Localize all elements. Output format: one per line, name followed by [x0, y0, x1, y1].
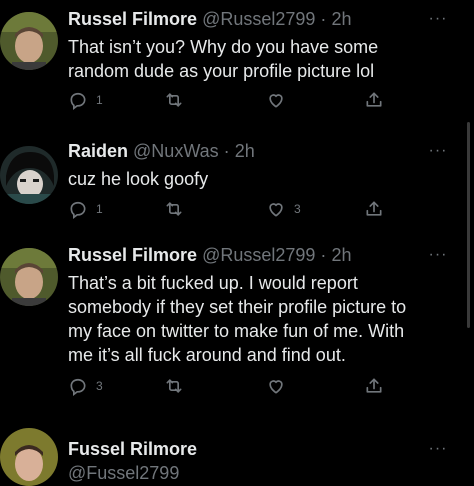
- share-icon: [364, 199, 384, 219]
- more-dots-icon[interactable]: ···: [428, 441, 448, 457]
- scrollbar[interactable]: [467, 122, 470, 328]
- tweet-text-line: That isn’t you? Why do you have some: [68, 37, 379, 57]
- retweet-icon: [164, 199, 184, 219]
- author-handle[interactable]: @Russel2799: [202, 9, 315, 29]
- like-icon: [266, 90, 286, 110]
- like-button[interactable]: [266, 88, 286, 112]
- tweet-header-handle: @Fussel2799: [68, 462, 179, 484]
- share-icon: [364, 376, 384, 396]
- avatar[interactable]: [0, 248, 58, 306]
- reply-button[interactable]: 1: [68, 197, 103, 221]
- author-name[interactable]: Raiden: [68, 141, 128, 161]
- avatar[interactable]: [0, 428, 58, 486]
- author-handle[interactable]: @NuxWas: [133, 141, 219, 161]
- more-dots-icon[interactable]: ···: [428, 11, 448, 27]
- tweet-text-line: cuz he look goofy: [68, 169, 209, 189]
- author-name[interactable]: Fussel Rilmore: [68, 439, 197, 459]
- separator: ·: [320, 9, 327, 29]
- separator: ·: [223, 141, 230, 161]
- like-icon: [266, 199, 286, 219]
- author-name[interactable]: Russel Filmore: [68, 9, 197, 29]
- like-count: 3: [294, 202, 301, 216]
- retweet-button[interactable]: [164, 88, 184, 112]
- tweet-text: That isn’t you? Why do you have some ran…: [68, 35, 448, 83]
- separator: ·: [320, 245, 327, 265]
- retweet-button[interactable]: [164, 374, 184, 398]
- retweet-icon: [164, 376, 184, 396]
- tweet-header: Fussel Rilmore: [68, 438, 197, 460]
- like-button[interactable]: 3: [266, 197, 301, 221]
- share-button[interactable]: [364, 88, 384, 112]
- timestamp[interactable]: 2h: [331, 245, 351, 265]
- like-icon: [266, 376, 286, 396]
- reply-count: 1: [96, 202, 103, 216]
- author-handle[interactable]: @Fussel2799: [68, 463, 179, 483]
- reply-button[interactable]: 3: [68, 374, 103, 398]
- share-button[interactable]: [364, 197, 384, 221]
- retweet-button[interactable]: [164, 197, 184, 221]
- reply-count: 1: [96, 93, 103, 107]
- tweet-text-line: That’s a bit fucked up. I would report: [68, 273, 358, 293]
- action-bar: 3: [68, 374, 398, 398]
- tweet-header: Raiden @NuxWas · 2h: [68, 140, 255, 162]
- action-bar: 1 3: [68, 197, 398, 221]
- tweet-text-line: random dude as your profile picture lol: [68, 61, 375, 81]
- like-button[interactable]: [266, 374, 286, 398]
- share-button[interactable]: [364, 374, 384, 398]
- tweet-header: Russel Filmore @Russel2799 · 2h: [68, 244, 351, 266]
- retweet-icon: [164, 90, 184, 110]
- avatar[interactable]: [0, 12, 58, 70]
- author-name[interactable]: Russel Filmore: [68, 245, 197, 265]
- tweet-header: Russel Filmore @Russel2799 · 2h: [68, 8, 351, 30]
- timestamp[interactable]: 2h: [235, 141, 255, 161]
- tweet-text: That’s a bit fucked up. I would report s…: [68, 271, 448, 367]
- reply-count: 3: [96, 379, 103, 393]
- more-dots-icon[interactable]: ···: [428, 143, 448, 159]
- reply-button[interactable]: 1: [68, 88, 103, 112]
- more-dots-icon[interactable]: ···: [428, 247, 448, 263]
- tweet-text-line: somebody if they set their profile pictu…: [68, 297, 407, 317]
- avatar[interactable]: [0, 146, 58, 204]
- reply-icon: [68, 199, 88, 219]
- reply-icon: [68, 90, 88, 110]
- timestamp[interactable]: 2h: [331, 9, 351, 29]
- tweet-text: cuz he look goofy: [68, 167, 448, 191]
- reply-icon: [68, 376, 88, 396]
- tweet-text-line: my face on twitter to make fun of me. Wi…: [68, 321, 405, 341]
- action-bar: 1: [68, 88, 398, 112]
- share-icon: [364, 90, 384, 110]
- author-handle[interactable]: @Russel2799: [202, 245, 315, 265]
- tweet-text-line: me it’s all fuck around and find out.: [68, 345, 346, 365]
